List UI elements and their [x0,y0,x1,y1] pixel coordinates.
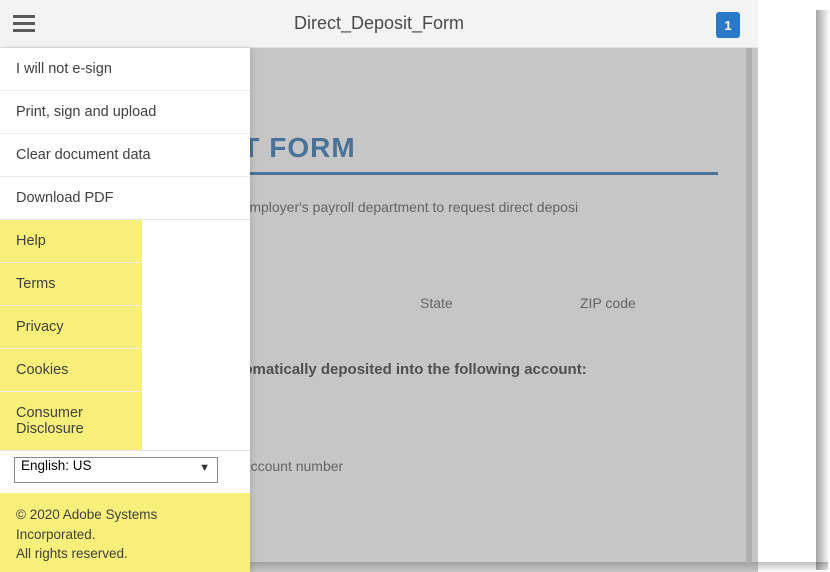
sidebar-panel: I will not e-sign Print, sign and upload… [0,48,250,572]
page-count-badge[interactable]: 1 [716,12,740,38]
copyright-line-2: All rights reserved. [16,544,234,564]
hamburger-icon [13,22,35,25]
document-title: Direct_Deposit_Form [0,13,758,34]
copyright-block: © 2020 Adobe Systems Incorporated. All r… [0,493,250,572]
menu-toggle-button[interactable] [0,0,48,48]
sidebar-item-help[interactable]: Help [0,220,142,263]
sidebar-item-download-pdf[interactable]: Download PDF [0,177,250,219]
sidebar-group-legal: Help Terms Privacy Cookies Consumer Disc… [0,220,250,451]
language-select-value: English: US [21,458,92,473]
sidebar-item-privacy[interactable]: Privacy [0,306,142,349]
sidebar-item-cookies[interactable]: Cookies [0,349,142,392]
sidebar-item-clear-data[interactable]: Clear document data [0,134,250,177]
sidebar-group-actions: I will not e-sign Print, sign and upload… [0,48,250,220]
sidebar-item-no-esign[interactable]: I will not e-sign [0,48,250,91]
sidebar-item-terms[interactable]: Terms [0,263,142,306]
sidebar-item-print-sign[interactable]: Print, sign and upload [0,91,250,134]
top-bar: Direct_Deposit_Form 1 [0,0,758,48]
sidebar-item-consumer-disclosure[interactable]: Consumer Disclosure [0,392,142,450]
copyright-line-1: © 2020 Adobe Systems Incorporated. [16,505,234,544]
language-selector-wrap: English: US [0,451,250,493]
language-select[interactable]: English: US [14,457,218,483]
